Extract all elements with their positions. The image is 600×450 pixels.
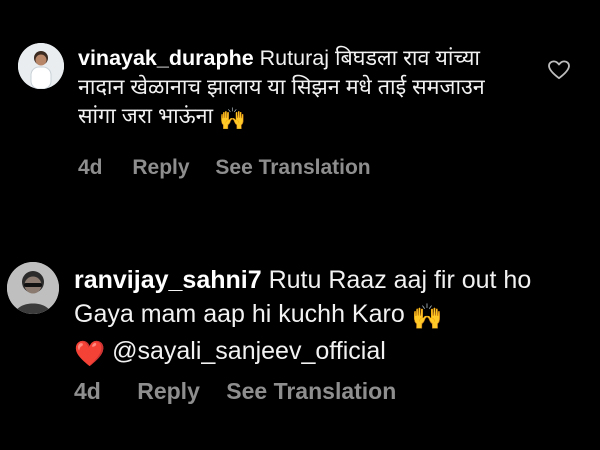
raised-hands-emoji: 🙌 xyxy=(219,107,246,131)
reply-button[interactable]: Reply xyxy=(132,156,189,180)
avatar-image xyxy=(7,262,59,314)
heart-outline-icon[interactable] xyxy=(548,60,570,80)
comment-username[interactable]: ranvijay_sahni7 xyxy=(74,266,262,294)
raised-hands-emoji: 🙌 xyxy=(411,303,443,331)
see-translation-button[interactable]: See Translation xyxy=(226,378,396,405)
heart-emoji: ❤️ xyxy=(74,340,106,368)
avatar[interactable] xyxy=(18,43,64,89)
avatar-image xyxy=(18,43,64,89)
comment-body: ranvijay_sahni7 Rutu Raaz aaj fir out ho… xyxy=(74,263,574,371)
comment-meta: 4d Reply See Translation xyxy=(78,156,391,180)
comment-timestamp: 4d xyxy=(78,156,103,179)
comment-meta: 4d Reply See Translation xyxy=(74,378,416,405)
comment-username[interactable]: vinayak_duraphe xyxy=(78,46,254,70)
see-translation-button[interactable]: See Translation xyxy=(215,156,370,180)
reply-button[interactable]: Reply xyxy=(137,378,200,405)
mention-link[interactable]: @sayali_sanjeev_official xyxy=(112,337,386,365)
comment-body: vinayak_duraphe Ruturaj बिघडला राव यांच्… xyxy=(78,44,528,134)
comment-timestamp: 4d xyxy=(74,378,101,404)
avatar[interactable] xyxy=(7,262,59,314)
